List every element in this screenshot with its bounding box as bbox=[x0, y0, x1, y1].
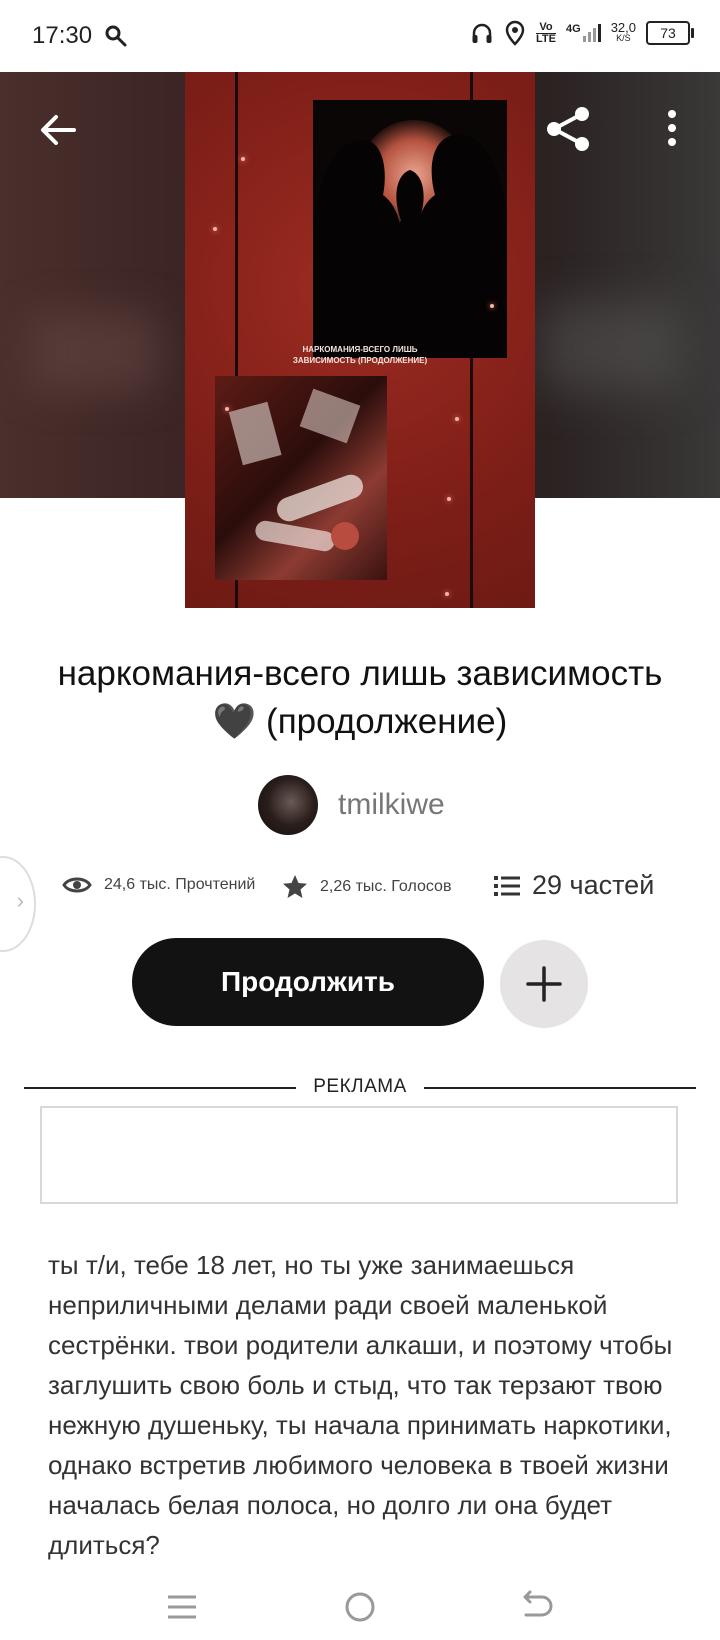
votes-stat: 2,26 тыс. Голосов bbox=[282, 874, 451, 900]
home-icon[interactable] bbox=[338, 1585, 382, 1629]
star-icon bbox=[283, 875, 307, 898]
status-icons: Vo LTE 4G 32,0 K/S 73 bbox=[470, 20, 694, 46]
hero-blur-left bbox=[30, 312, 160, 392]
reads-count: 24,6 тыс. Прочтений bbox=[104, 876, 256, 893]
ad-divider-right bbox=[424, 1087, 696, 1089]
battery-icon: 73 bbox=[646, 21, 694, 45]
headphones-icon bbox=[472, 23, 492, 43]
add-to-library-button[interactable] bbox=[500, 940, 588, 1028]
side-expand-handle[interactable]: › bbox=[0, 856, 36, 952]
ad-slot[interactable] bbox=[40, 1106, 678, 1204]
volte-indicator: Vo LTE bbox=[536, 20, 556, 45]
story-title: наркомания-всего лишь зависимость 🖤 (про… bbox=[57, 654, 663, 741]
continue-reading-button[interactable]: Продолжить bbox=[132, 938, 484, 1026]
share-icon[interactable] bbox=[544, 104, 594, 154]
ad-divider-left bbox=[24, 1087, 296, 1089]
location-icon bbox=[505, 20, 525, 46]
network-speed: 32,0 K/S bbox=[610, 20, 636, 43]
story-cover[interactable]: НАРКОМАНИЯ-ВСЕГО ЛИШЬ ЗАВИСИМОСТЬ (ПРОДО… bbox=[185, 72, 535, 608]
cover-collage-photo bbox=[215, 376, 387, 580]
parts-count[interactable]: 29 частей bbox=[532, 870, 654, 901]
cover-silhouette-photo bbox=[313, 100, 507, 358]
list-icon bbox=[494, 875, 520, 896]
status-time: 17:30 bbox=[32, 22, 93, 49]
parts-stat[interactable]: 29 частей bbox=[494, 870, 654, 901]
story-description: ты т/и, тебе 18 лет, но ты уже занимаешь… bbox=[48, 1250, 673, 1560]
reads-stat: 24,6 тыс. Прочтений bbox=[62, 874, 255, 896]
more-options-icon[interactable] bbox=[660, 108, 684, 152]
ad-label: РЕКЛАМА bbox=[313, 1076, 407, 1097]
eye-icon bbox=[62, 877, 92, 893]
search-icon bbox=[105, 25, 127, 47]
menu-icon[interactable] bbox=[160, 1585, 204, 1629]
votes-count: 2,26 тыс. Голосов bbox=[320, 878, 452, 895]
plus-icon bbox=[526, 966, 562, 1002]
cover-caption: НАРКОМАНИЯ-ВСЕГО ЛИШЬ ЗАВИСИМОСТЬ (ПРОДО… bbox=[292, 345, 428, 365]
author-avatar[interactable] bbox=[258, 775, 318, 835]
author-link[interactable]: tmilkiwe bbox=[258, 774, 445, 836]
back-icon[interactable] bbox=[516, 1585, 560, 1629]
author-name[interactable]: tmilkiwe bbox=[338, 788, 445, 822]
story-stats: 24,6 тыс. Прочтений 2,26 тыс. Голосов 29… bbox=[62, 870, 682, 910]
back-arrow-icon[interactable] bbox=[36, 108, 80, 152]
hero-blur-right bbox=[540, 302, 680, 392]
system-nav-bar bbox=[0, 1575, 720, 1640]
status-bar: 17:30 Vo LTE 4G 32,0 K/S 73 bbox=[0, 0, 720, 72]
chevron-right-icon: › bbox=[16, 888, 24, 913]
signal-icon: 4G bbox=[566, 24, 601, 42]
